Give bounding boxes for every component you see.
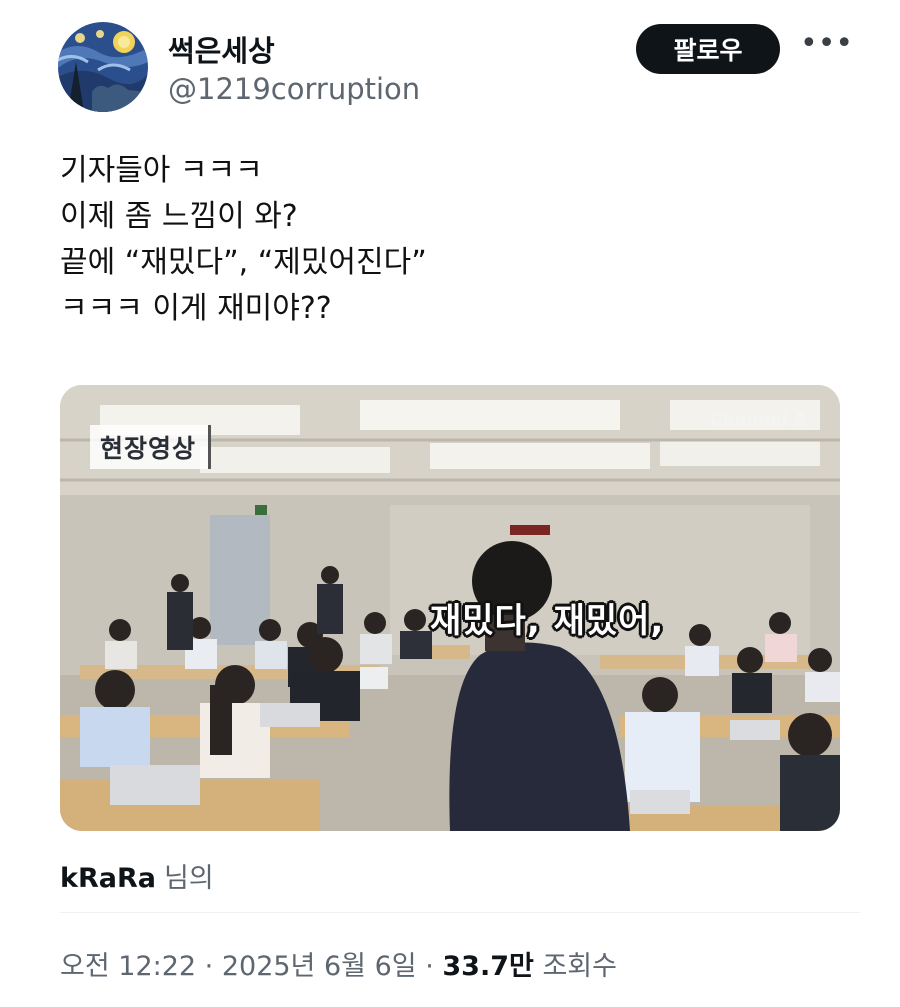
news-overlay-tag: 현장영상 bbox=[90, 425, 212, 469]
tweet-header: 썩은세상 @1219corruption 팔로우 ••• bbox=[0, 0, 900, 130]
tweet-line: 기자들아 ㅋㅋㅋ bbox=[60, 153, 263, 188]
tweet-date[interactable]: 2025년 6월 6일 bbox=[222, 951, 417, 982]
follow-button[interactable]: 팔로우 bbox=[636, 24, 780, 74]
tweet-time[interactable]: 오전 12:22 bbox=[60, 951, 196, 982]
display-name[interactable]: 썩은세상 bbox=[168, 28, 275, 70]
tweet-video[interactable]: 현장영상 Channel A 재밌다, 재밌어, bbox=[60, 385, 840, 831]
video-attribution: kRaRa 님의 bbox=[60, 856, 214, 895]
channel-logo: Channel A bbox=[710, 410, 807, 430]
user-handle[interactable]: @1219corruption bbox=[168, 72, 420, 106]
meta-separator: · bbox=[425, 951, 443, 982]
views-count: 33.7만 bbox=[442, 951, 534, 982]
views-label: 조회수 bbox=[542, 951, 617, 982]
tweet-meta: 오전 12:22 · 2025년 6월 6일 · 33.7만 조회수 bbox=[60, 944, 617, 983]
more-horizontal-icon[interactable]: ••• bbox=[800, 29, 853, 66]
tweet-line: ㅋㅋㅋ 이게 재미야?? bbox=[60, 291, 332, 326]
starry-night-avatar-icon bbox=[58, 22, 148, 112]
divider bbox=[60, 912, 860, 913]
tweet-text: 기자들아 ㅋㅋㅋ 이제 좀 느낌이 와? 끝에 “재밌다”, “제밌어진다” ㅋ… bbox=[60, 148, 860, 332]
attribution-suffix: 님의 bbox=[163, 863, 214, 894]
avatar[interactable] bbox=[58, 22, 148, 112]
attribution-user[interactable]: kRaRa bbox=[60, 863, 156, 894]
meta-separator: · bbox=[204, 951, 222, 982]
tweet-line: 이제 좀 느낌이 와? bbox=[60, 199, 298, 234]
tweet-line: 끝에 “재밌다”, “제밌어진다” bbox=[60, 245, 427, 280]
video-caption: 재밌다, 재밌어, bbox=[430, 601, 665, 641]
